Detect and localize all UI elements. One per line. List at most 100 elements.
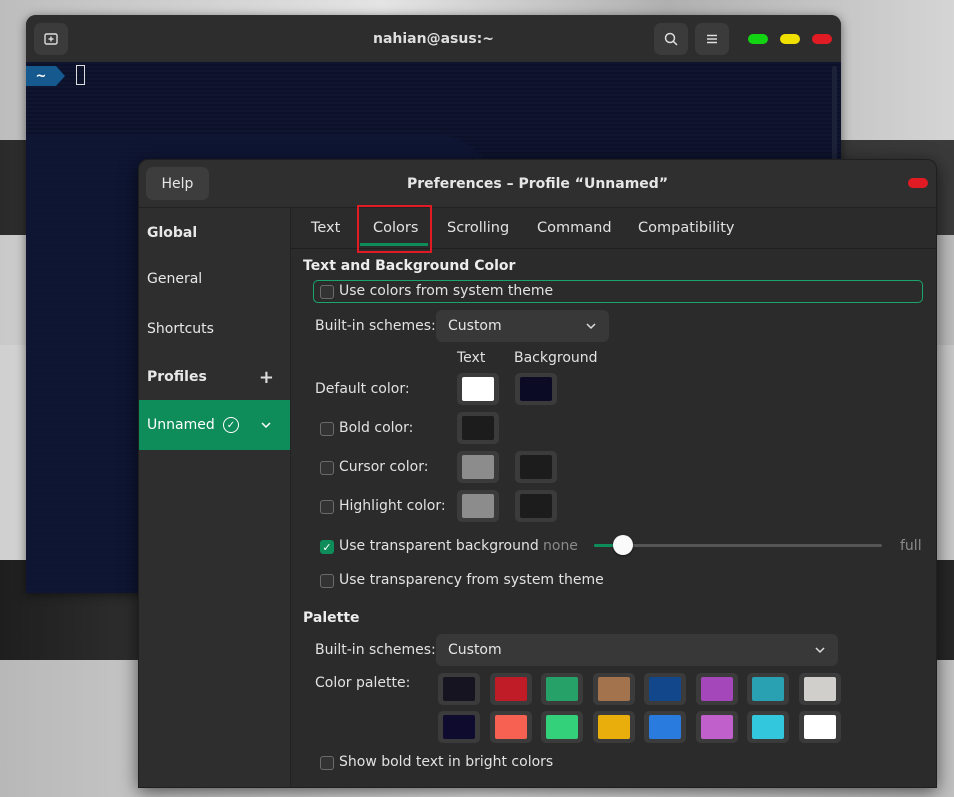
default-text-color-swatch[interactable] [457, 373, 499, 405]
palette-color-fill [494, 677, 527, 701]
bold-bright-checkbox[interactable] [320, 756, 334, 770]
prompt-directory: ~ [26, 66, 56, 86]
cursor-color-label: Cursor color: [339, 459, 429, 475]
transparency-system-label: Use transparency from system theme [339, 572, 604, 588]
bold-color-checkbox[interactable] [320, 422, 334, 436]
palette-builtin-schemes-dropdown[interactable]: Custom [436, 634, 838, 666]
column-background-label: Background [514, 350, 598, 366]
preferences-dialog[interactable]: Help Preferences – Profile “Unnamed” Glo… [138, 159, 937, 788]
default-background-color-swatch[interactable] [515, 373, 557, 405]
highlight-color-checkbox[interactable] [320, 500, 334, 514]
palette-color-fill [597, 677, 630, 701]
new-tab-button[interactable] [34, 23, 68, 55]
prompt-arrow-icon [56, 66, 65, 86]
palette-color-fill [700, 677, 733, 701]
palette-color-swatch[interactable] [592, 711, 635, 743]
palette-color-fill [443, 677, 475, 701]
highlight-text-color-swatch[interactable] [457, 490, 499, 522]
dropdown-value: Custom [448, 642, 502, 658]
sidebar-item-label: General [147, 271, 203, 287]
search-icon [664, 32, 678, 46]
column-text-label: Text [457, 350, 486, 366]
preferences-header: Help Preferences – Profile “Unnamed” [139, 160, 936, 208]
sidebar-heading-global: Global [147, 225, 198, 241]
maximize-button[interactable] [748, 34, 768, 44]
chevron-down-icon [586, 323, 596, 330]
builtin-schemes-dropdown[interactable]: Custom [436, 310, 609, 342]
transparency-system-checkbox[interactable] [320, 574, 334, 588]
palette-color-swatch[interactable] [695, 673, 738, 705]
palette-color-fill [752, 677, 784, 701]
terminal-header: nahian@asus:~ [26, 15, 841, 62]
palette-color-swatch[interactable] [644, 711, 686, 743]
terminal-cursor [76, 65, 85, 85]
palette-color-fill [803, 677, 836, 701]
cursor-text-color-swatch[interactable] [457, 451, 499, 483]
tab-command[interactable]: Command [537, 208, 612, 248]
palette-color-swatch[interactable] [798, 673, 841, 705]
minimize-button[interactable] [780, 34, 800, 44]
palette-color-fill [597, 715, 630, 739]
default-color-label: Default color: [315, 381, 410, 397]
tab-scrolling[interactable]: Scrolling [447, 208, 509, 248]
transparency-slider-knob[interactable] [612, 535, 633, 555]
palette-color-fill [546, 715, 578, 739]
palette-color-swatch[interactable] [489, 711, 532, 743]
profile-content: Text Colors Scrolling Command Compatibil… [291, 205, 936, 787]
sidebar-heading-label: Profiles [147, 369, 207, 385]
terminal-title: nahian@asus:~ [372, 30, 494, 47]
transparent-background-checkbox[interactable]: ✓ [320, 540, 334, 554]
transparency-slider-track[interactable] [594, 544, 882, 547]
palette-builtin-schemes-label: Built-in schemes: [315, 642, 436, 658]
palette-color-swatch[interactable] [592, 673, 635, 705]
chevron-down-icon [815, 647, 825, 654]
preferences-title: Preferences – Profile “Unnamed” [406, 175, 669, 192]
sidebar-item-general[interactable]: General [139, 254, 290, 304]
palette-color-swatch[interactable] [541, 711, 583, 743]
palette-color-swatch[interactable] [747, 711, 789, 743]
palette-color-swatch[interactable] [438, 673, 480, 705]
sidebar-item-label: Shortcuts [147, 321, 214, 337]
use-system-colors-label: Use colors from system theme [339, 283, 554, 299]
close-button[interactable] [908, 178, 928, 188]
close-button[interactable] [812, 34, 832, 44]
hamburger-icon [707, 34, 717, 44]
tab-text[interactable]: Text [311, 208, 340, 248]
add-profile-icon[interactable]: + [259, 367, 274, 388]
preferences-sidebar: Global General Shortcuts Profiles + Unna… [139, 208, 291, 787]
palette-color-fill [803, 715, 836, 739]
default-profile-check-icon: ✓ [223, 417, 239, 433]
sidebar-item-profile-unnamed[interactable]: Unnamed ✓ [139, 400, 290, 450]
bold-text-color-swatch[interactable] [457, 412, 499, 444]
chevron-down-icon[interactable] [260, 419, 272, 431]
menu-button[interactable] [695, 23, 729, 55]
palette-color-swatch[interactable] [695, 711, 738, 743]
bold-bright-label: Show bold text in bright colors [339, 754, 554, 770]
tab-highlight-box [357, 205, 432, 253]
highlight-color-label: Highlight color: [339, 498, 446, 514]
palette-color-fill [700, 715, 733, 739]
palette-color-fill [752, 715, 784, 739]
help-button[interactable]: Help [146, 167, 209, 200]
sidebar-item-shortcuts[interactable]: Shortcuts [139, 304, 290, 354]
color-palette-label: Color palette: [315, 675, 411, 691]
cursor-background-color-swatch[interactable] [515, 451, 557, 483]
palette-color-swatch[interactable] [438, 711, 480, 743]
section-title-palette: Palette [303, 610, 360, 626]
highlight-background-color-swatch[interactable] [515, 490, 557, 522]
cursor-color-checkbox[interactable] [320, 461, 334, 475]
transparent-background-label: Use transparent background [339, 538, 539, 554]
palette-color-swatch[interactable] [798, 711, 841, 743]
palette-color-swatch[interactable] [489, 673, 532, 705]
dropdown-value: Custom [448, 318, 502, 334]
palette-color-swatch[interactable] [747, 673, 789, 705]
palette-color-swatch[interactable] [541, 673, 583, 705]
bold-color-label: Bold color: [339, 420, 414, 436]
sidebar-heading-profiles: Profiles + [139, 352, 290, 402]
use-system-colors-checkbox[interactable] [320, 285, 334, 299]
section-title-text-bg: Text and Background Color [303, 258, 516, 274]
palette-color-swatch[interactable] [644, 673, 686, 705]
search-button[interactable] [654, 23, 688, 55]
slider-min-label: none [543, 538, 578, 554]
tab-compatibility[interactable]: Compatibility [638, 208, 734, 248]
